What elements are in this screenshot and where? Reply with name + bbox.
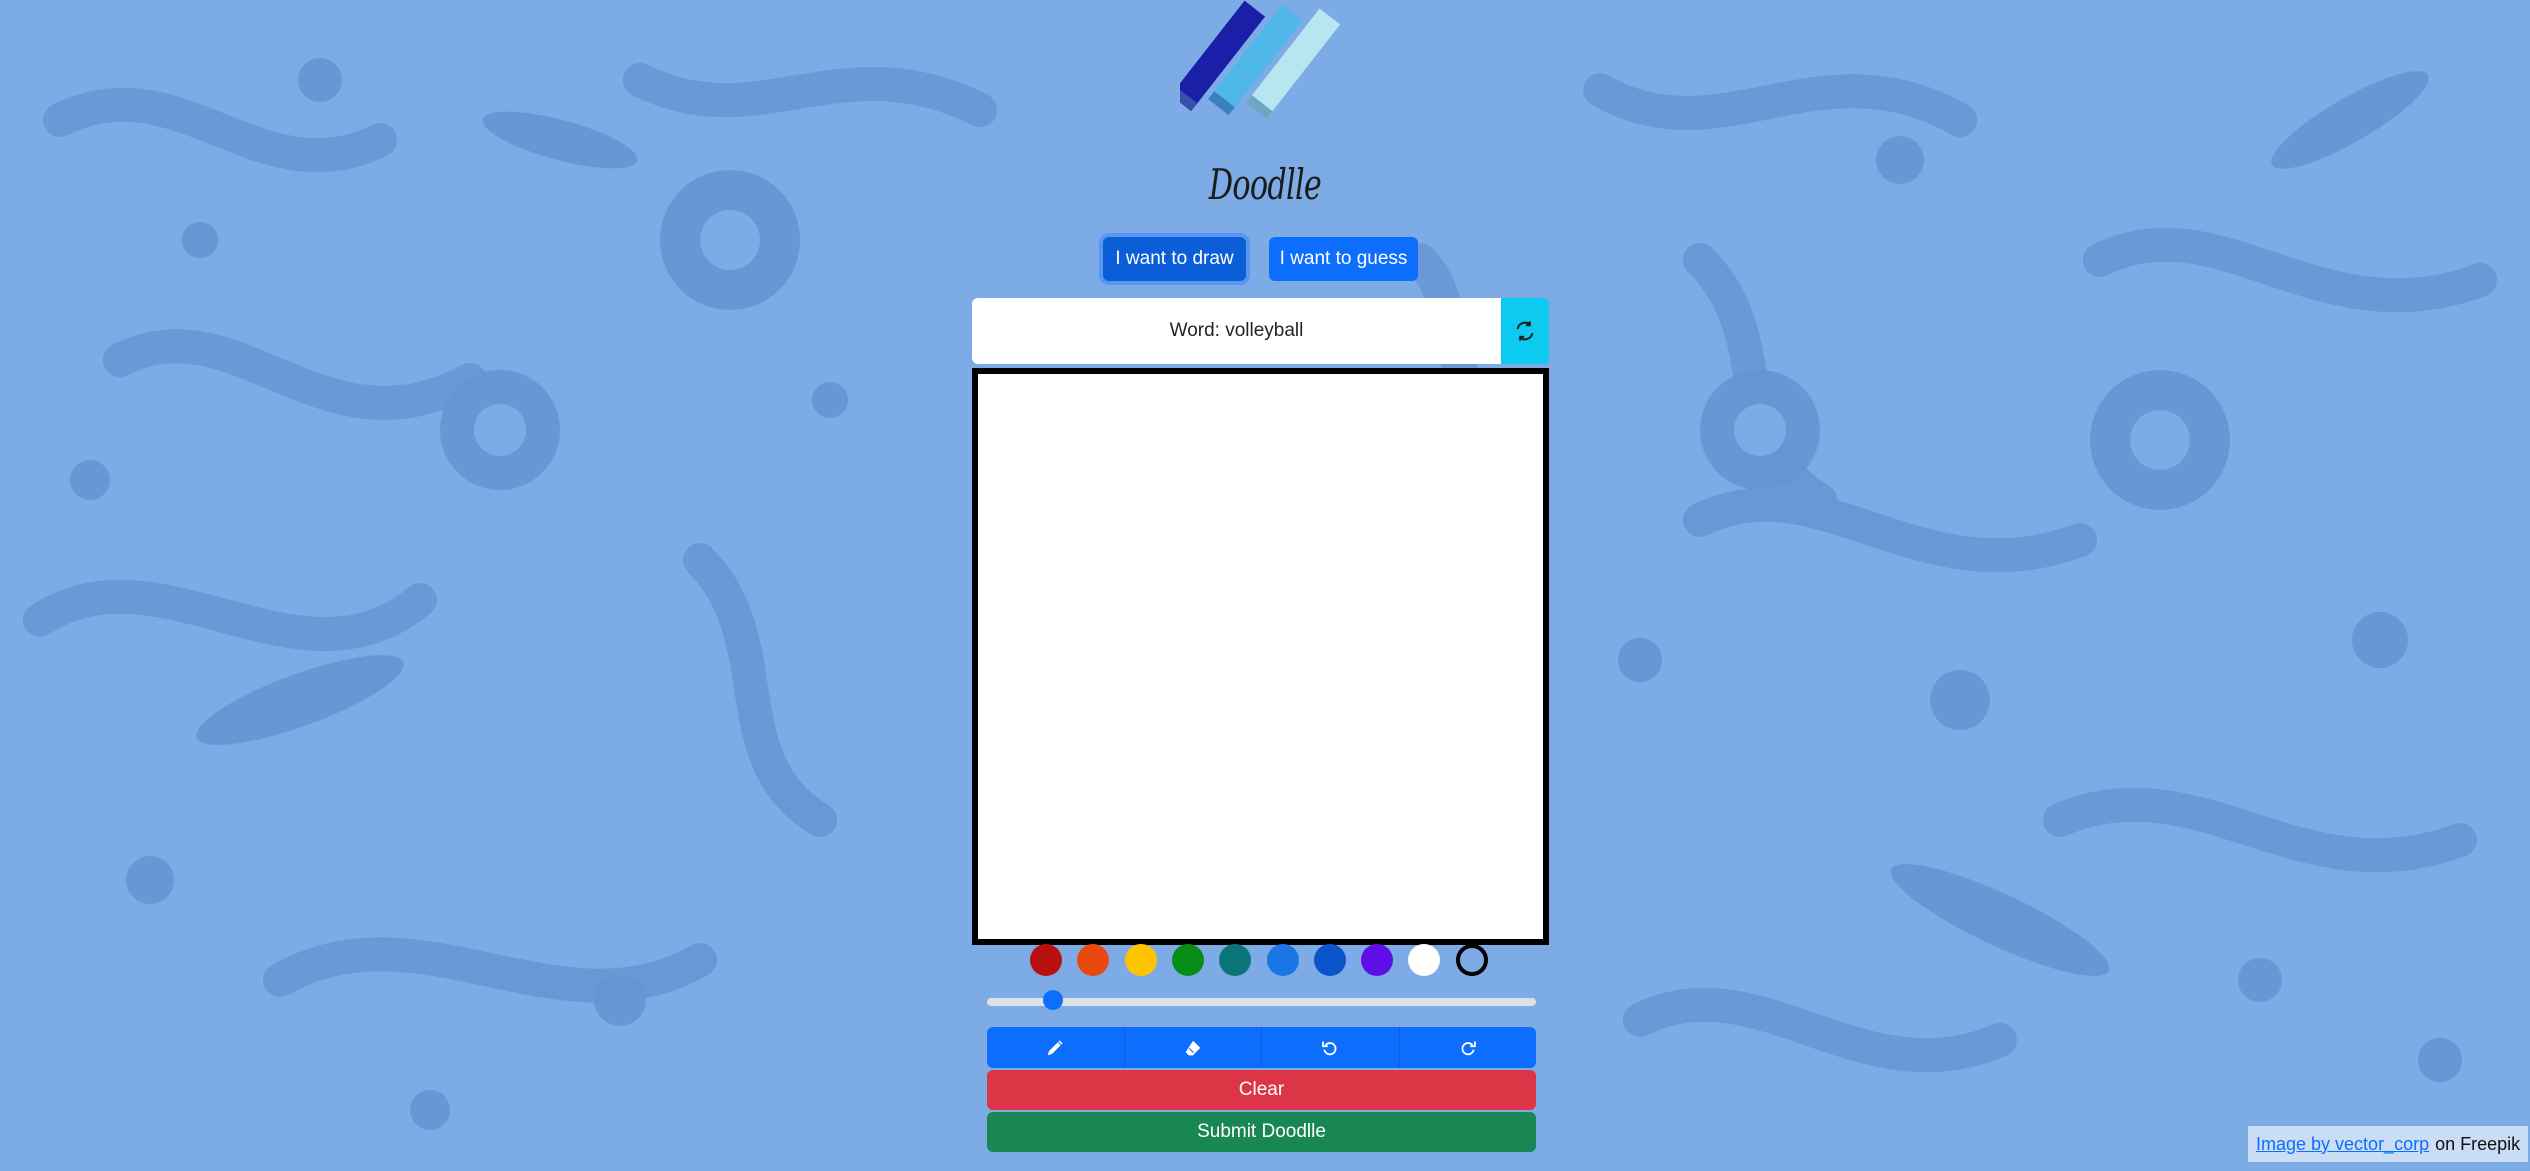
color-swatch-orange[interactable]	[1077, 944, 1110, 976]
guess-mode-button[interactable]: I want to guess	[1269, 237, 1418, 281]
clear-button[interactable]: Clear	[987, 1070, 1536, 1110]
color-swatch-dark-blue[interactable]	[1313, 944, 1346, 976]
color-swatch-white[interactable]	[1408, 944, 1441, 976]
credit-suffix: on Freepik	[2435, 1133, 2521, 1154]
doodlle-logo	[1180, 0, 1341, 120]
submit-doodle-button[interactable]: Submit Doodlle	[987, 1112, 1536, 1152]
undo-icon	[1322, 1040, 1337, 1055]
color-swatch-blue[interactable]	[1266, 944, 1299, 976]
word-display: Word: volleyball	[972, 298, 1501, 364]
brush-size-slider[interactable]	[987, 998, 1536, 1006]
eraser-tool-button[interactable]	[1124, 1027, 1262, 1068]
brush-size-thumb[interactable]	[1042, 990, 1063, 1010]
eraser-icon	[1185, 1040, 1201, 1055]
tool-bar	[987, 1027, 1536, 1068]
pencil-icon	[1048, 1039, 1063, 1055]
pen-tool-button[interactable]	[987, 1027, 1125, 1068]
image-credit: Image by vector_corp on Freepik	[2248, 1126, 2529, 1162]
refresh-word-button[interactable]	[1501, 298, 1549, 364]
word-text: Word: volleyball	[1169, 320, 1304, 341]
color-swatch-green[interactable]	[1171, 944, 1204, 976]
app-root: Doodlle I want to draw I want to guess W…	[0, 0, 2530, 1171]
color-swatch-black-outline[interactable]	[1455, 944, 1488, 976]
drawing-canvas[interactable]	[972, 368, 1549, 945]
color-swatch-red[interactable]	[1030, 944, 1062, 976]
color-swatch-violet[interactable]	[1361, 944, 1394, 976]
color-swatch-yellow[interactable]	[1124, 944, 1157, 976]
color-swatch-teal[interactable]	[1219, 944, 1252, 976]
app-title: Doodlle	[1208, 160, 1322, 209]
draw-mode-button[interactable]: I want to draw	[1103, 237, 1246, 281]
refresh-icon	[1516, 321, 1534, 341]
undo-button[interactable]	[1262, 1027, 1400, 1068]
redo-button[interactable]	[1399, 1027, 1536, 1068]
credit-link[interactable]: Image by vector_corp	[2256, 1134, 2429, 1155]
redo-icon	[1461, 1040, 1476, 1055]
